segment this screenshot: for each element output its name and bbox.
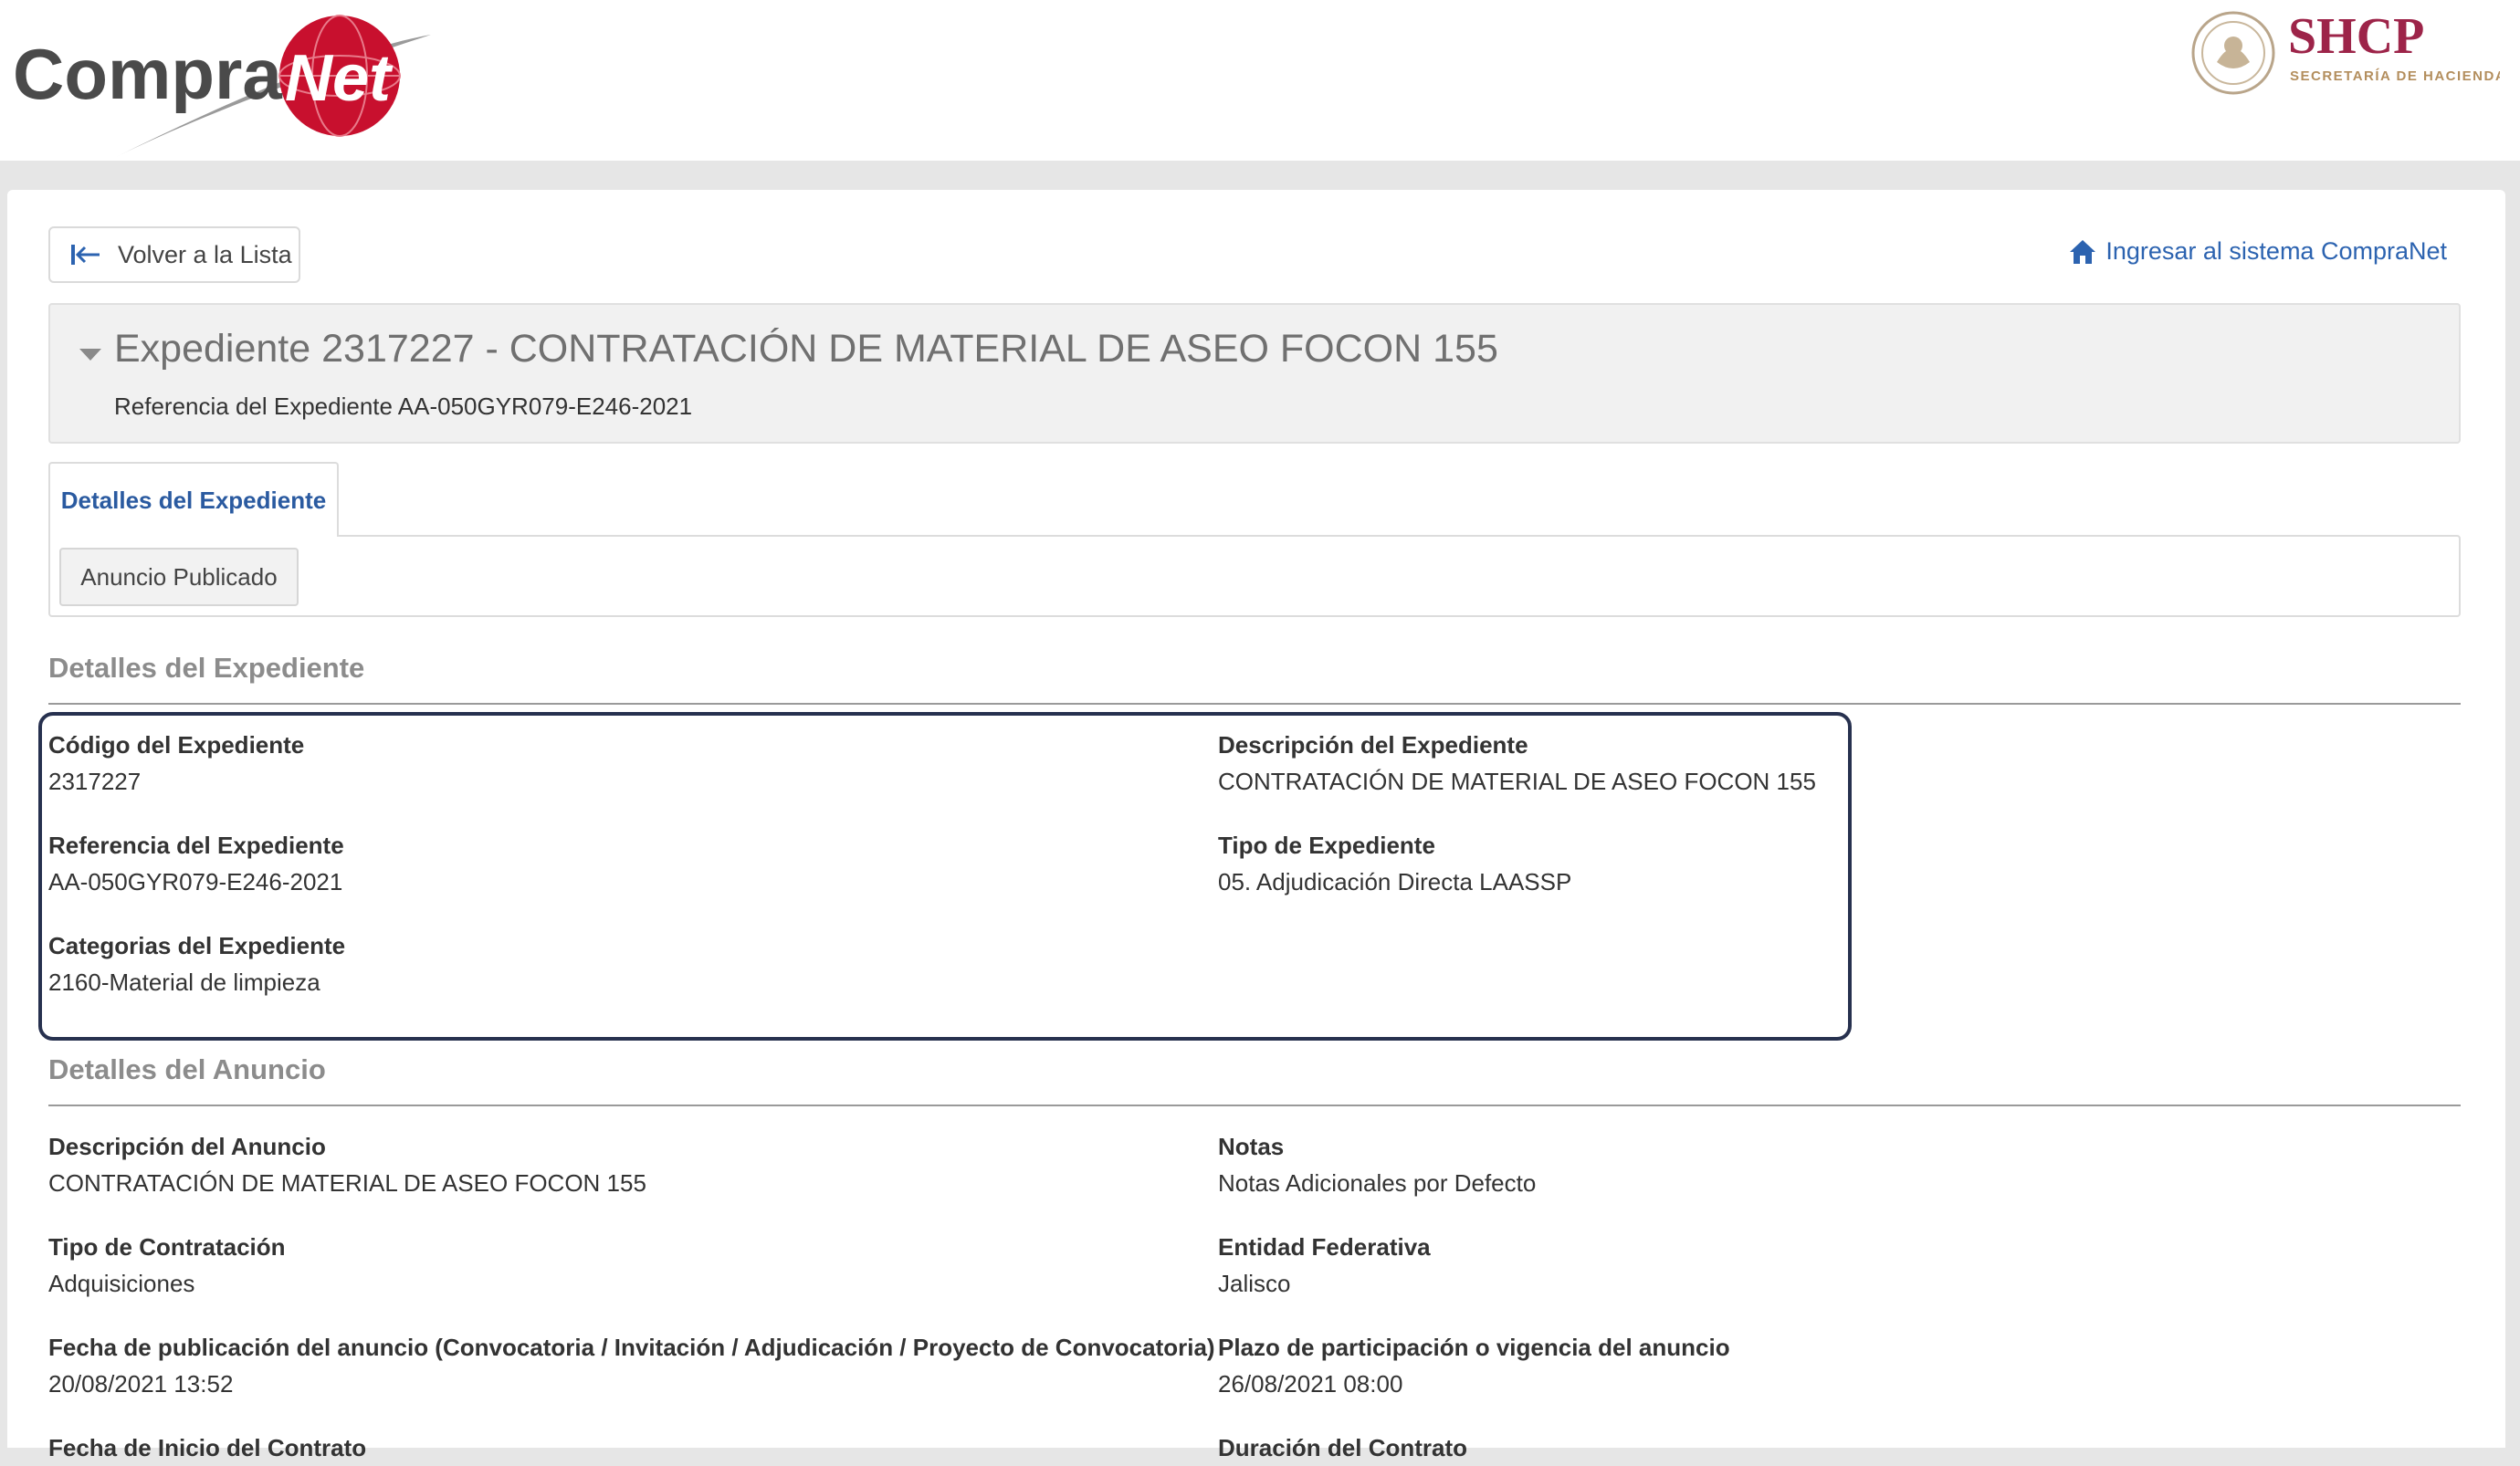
field-label: Código del Expediente <box>48 731 305 759</box>
field-value: Notas Adicionales por Defecto <box>1218 1169 1537 1197</box>
field-descripcion-anuncio: Descripción del Anuncio CONTRATACIÓN DE … <box>48 1128 646 1201</box>
field-label: Entidad Federativa <box>1218 1233 1431 1261</box>
field-tipo-expediente: Tipo de Expediente 05. Adjudicación Dire… <box>1218 827 1571 900</box>
shcp-logo-text: SHCP <box>2288 8 2424 65</box>
field-tipo-contratacion: Tipo de Contratación Adquisiciones <box>48 1229 286 1302</box>
field-label: Tipo de Contratación <box>48 1233 286 1261</box>
field-value: 2317227 <box>48 768 142 795</box>
field-value: 2160-Material de limpieza <box>48 969 320 996</box>
field-descripcion-expediente: Descripción del Expediente CONTRATACIÓN … <box>1218 727 1816 800</box>
section-title-anuncio: Detalles del Anuncio <box>48 1053 326 1085</box>
field-codigo-expediente: Código del Expediente 2317227 <box>48 727 304 800</box>
field-value: 26/08/2021 08:00 <box>1218 1370 1403 1398</box>
scrollbar-track[interactable] <box>2513 190 2520 1448</box>
field-label: Categorias del Expediente <box>48 932 346 959</box>
field-fecha-publicacion: Fecha de publicación del anuncio (Convoc… <box>48 1329 1215 1402</box>
field-value: Jalisco <box>1218 1270 1291 1297</box>
expediente-header-panel: Expediente 2317227 - CONTRATACIÓN DE MAT… <box>48 303 2461 444</box>
back-to-list-label: Volver a la Lista <box>118 240 292 268</box>
field-label: Descripción del Expediente <box>1218 731 1528 759</box>
field-referencia-expediente: Referencia del Expediente AA-050GYR079-E… <box>48 827 344 900</box>
main-content: Volver a la Lista Ingresar al sistema Co… <box>7 190 2505 1461</box>
field-plazo-participacion: Plazo de participación o vigencia del an… <box>1218 1329 1730 1402</box>
arrow-to-start-icon <box>71 245 100 265</box>
field-label: Notas <box>1218 1133 1285 1160</box>
field-label: Fecha de publicación del anuncio (Convoc… <box>48 1334 1215 1361</box>
field-value: 05. Adjudicación Directa LAASSP <box>1218 868 1572 895</box>
section-title-expediente: Detalles del Expediente <box>48 652 365 684</box>
field-label: Tipo de Expediente <box>1218 832 1435 859</box>
field-notas: Notas Notas Adicionales por Defecto <box>1218 1128 1536 1201</box>
field-value: Adquisiciones <box>48 1270 195 1297</box>
compranet-logo-text-net: Net <box>285 42 394 115</box>
login-compranet-link[interactable]: Ingresar al sistema CompraNet <box>2069 237 2447 266</box>
field-value: CONTRATACIÓN DE MATERIAL DE ASEO FOCON 1… <box>48 1169 646 1197</box>
field-value: CONTRATACIÓN DE MATERIAL DE ASEO FOCON 1… <box>1218 768 1816 795</box>
section-divider <box>48 703 2461 705</box>
back-to-list-button[interactable]: Volver a la Lista <box>48 226 300 283</box>
field-value: AA-050GYR079-E246-2021 <box>48 868 343 895</box>
collapse-caret-icon[interactable] <box>79 349 101 361</box>
field-label: Fecha de Inicio del Contrato <box>48 1434 367 1461</box>
field-label: Descripción del Anuncio <box>48 1133 326 1160</box>
top-header: Compra Net SHCP SECRETARÍA DE HACIENDA <box>0 0 2520 161</box>
tab-label: Detalles del Expediente <box>60 486 327 514</box>
tab-panel: Anuncio Publicado <box>48 535 2461 617</box>
field-value: 20/08/2021 13:52 <box>48 1370 234 1398</box>
compranet-logo[interactable]: Compra Net <box>11 9 440 164</box>
section-divider <box>48 1105 2461 1106</box>
login-compranet-label: Ingresar al sistema CompraNet <box>2105 237 2447 265</box>
field-categorias-expediente: Categorias del Expediente 2160-Material … <box>48 927 345 1000</box>
compranet-logo-text-compra: Compra <box>13 34 282 114</box>
expediente-reference: Referencia del Expediente AA-050GYR079-E… <box>114 393 693 420</box>
field-label: Duración del Contrato <box>1218 1434 1468 1461</box>
anuncio-publicado-button[interactable]: Anuncio Publicado <box>59 548 299 606</box>
shcp-logo[interactable]: SHCP SECRETARÍA DE HACIENDA <box>2189 7 2500 99</box>
shcp-logo-subtitle: SECRETARÍA DE HACIENDA <box>2290 68 2500 84</box>
field-fecha-inicio-contrato: Fecha de Inicio del Contrato <box>48 1429 366 1466</box>
field-entidad-federativa: Entidad Federativa Jalisco <box>1218 1229 1431 1302</box>
tab-detalles-expediente[interactable]: Detalles del Expediente <box>48 462 339 537</box>
field-label: Plazo de participación o vigencia del an… <box>1218 1334 1730 1361</box>
expediente-title: Expediente 2317227 - CONTRATACIÓN DE MAT… <box>114 327 1498 371</box>
field-label: Referencia del Expediente <box>48 832 344 859</box>
field-duracion-contrato: Duración del Contrato <box>1218 1429 1467 1466</box>
home-icon <box>2070 239 2096 264</box>
anuncio-publicado-label: Anuncio Publicado <box>80 562 278 591</box>
